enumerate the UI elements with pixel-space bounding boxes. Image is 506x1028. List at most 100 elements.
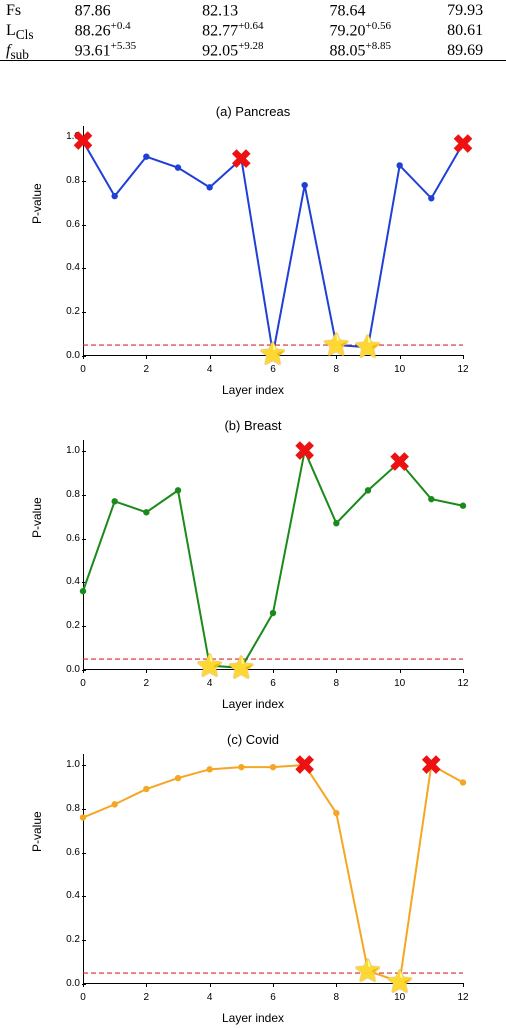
y-tick-label: 0.4 <box>58 576 80 587</box>
data-point <box>175 487 181 493</box>
cross-marker-icon: ✖ <box>294 752 316 778</box>
x-axis-label: Layer index <box>28 697 478 711</box>
table-row: Fs 87.86 82.13 78.64 79.93 <box>0 0 506 20</box>
cross-marker-icon: ✖ <box>389 449 411 475</box>
x-tick-label: 8 <box>326 678 346 689</box>
data-point <box>206 766 212 772</box>
x-tick-label: 10 <box>390 364 410 375</box>
y-tick-label: 1.0 <box>58 445 80 456</box>
y-tick-label: 0.2 <box>58 620 80 631</box>
y-tick-label: 0.0 <box>58 664 80 675</box>
table-row: fsub 93.61+5.35 92.05+9.28 88.05+8.85 89… <box>0 40 506 60</box>
data-point <box>80 588 86 594</box>
data-point <box>143 153 149 159</box>
x-tick-label: 2 <box>136 364 156 375</box>
data-point <box>428 195 434 201</box>
cell: 82.13 <box>202 0 329 20</box>
data-line <box>83 765 463 982</box>
cell: 79.93 <box>447 2 506 20</box>
data-point <box>428 496 434 502</box>
cell: 80.61 <box>447 22 506 40</box>
x-tick-label: 0 <box>73 364 93 375</box>
x-tick-label: 4 <box>200 364 220 375</box>
data-point <box>460 503 466 509</box>
data-point <box>270 610 276 616</box>
star-marker-icon: ⭐ <box>228 657 255 679</box>
y-tick-label: 0.0 <box>58 978 80 989</box>
x-tick-label: 4 <box>200 678 220 689</box>
cell: 88.05+8.85 <box>330 40 448 60</box>
x-tick-mark <box>463 355 464 359</box>
data-point <box>333 520 339 526</box>
x-tick-mark <box>463 669 464 673</box>
y-tick-label: 0.8 <box>58 489 80 500</box>
table-rule <box>0 60 506 61</box>
x-tick-label: 6 <box>263 992 283 1003</box>
table-row: LCls 88.26+0.4 82.77+0.64 79.20+0.56 80.… <box>0 20 506 40</box>
x-tick-label: 12 <box>453 678 473 689</box>
cell: 87.86 <box>75 0 202 20</box>
x-tick-label: 0 <box>73 678 93 689</box>
cross-marker-icon: ✖ <box>420 752 442 778</box>
chart-panel: (a) PancreasP-valueLayer index0.00.20.40… <box>28 104 478 399</box>
y-tick-label: 0.8 <box>58 175 80 186</box>
x-tick-label: 12 <box>453 364 473 375</box>
data-point <box>365 487 371 493</box>
cell: 82.77+0.64 <box>202 20 329 40</box>
data-point <box>238 764 244 770</box>
row-name: Fs <box>0 2 75 20</box>
x-axis-label: Layer index <box>28 1011 478 1025</box>
cross-marker-icon: ✖ <box>72 128 94 154</box>
star-marker-icon: ⭐ <box>354 336 381 358</box>
star-marker-icon: ⭐ <box>196 655 223 677</box>
chart-series <box>83 126 463 356</box>
x-tick-label: 6 <box>263 678 283 689</box>
results-table: Fs 87.86 82.13 78.64 79.93 LCls 88.26+0.… <box>0 0 506 60</box>
chart-series <box>83 754 463 984</box>
data-point <box>270 764 276 770</box>
data-point <box>143 509 149 515</box>
x-tick-label: 8 <box>326 992 346 1003</box>
data-point <box>175 775 181 781</box>
cell: 88.26+0.4 <box>75 20 202 40</box>
y-tick-label: 0.8 <box>58 803 80 814</box>
data-line <box>83 451 463 668</box>
y-tick-label: 0.4 <box>58 262 80 273</box>
row-name: LCls <box>0 22 75 43</box>
y-tick-label: 0.2 <box>58 934 80 945</box>
data-point <box>111 498 117 504</box>
cell: 92.05+9.28 <box>202 40 329 60</box>
y-tick-label: 0.6 <box>58 533 80 544</box>
data-point <box>175 164 181 170</box>
data-point <box>396 162 402 168</box>
y-axis-label: P-value <box>30 183 44 224</box>
data-line <box>83 141 463 353</box>
chart-title: (c) Covid <box>28 732 478 747</box>
cell: 78.64 <box>330 0 448 20</box>
x-tick-label: 2 <box>136 992 156 1003</box>
x-tick-label: 10 <box>390 678 410 689</box>
x-tick-mark <box>463 983 464 987</box>
y-axis-label: P-value <box>30 811 44 852</box>
data-point <box>80 814 86 820</box>
y-tick-label: 0.0 <box>58 350 80 361</box>
star-marker-icon: ⭐ <box>323 334 350 356</box>
cross-marker-icon: ✖ <box>452 131 474 157</box>
data-point <box>111 193 117 199</box>
cell: 93.61+5.35 <box>75 40 202 60</box>
data-point <box>143 786 149 792</box>
y-tick-label: 0.6 <box>58 847 80 858</box>
cross-marker-icon: ✖ <box>294 438 316 464</box>
x-tick-label: 0 <box>73 992 93 1003</box>
cross-marker-icon: ✖ <box>230 146 252 172</box>
chart-title: (b) Breast <box>28 418 478 433</box>
star-marker-icon: ⭐ <box>259 343 286 365</box>
x-tick-label: 8 <box>326 364 346 375</box>
data-point <box>333 810 339 816</box>
y-tick-label: 0.6 <box>58 219 80 230</box>
x-axis-label: Layer index <box>28 383 478 397</box>
cell: 89.69 <box>447 42 506 60</box>
data-point <box>206 184 212 190</box>
chart-panel: (c) CovidP-valueLayer index0.00.20.40.60… <box>28 732 478 1027</box>
star-marker-icon: ⭐ <box>386 971 413 993</box>
